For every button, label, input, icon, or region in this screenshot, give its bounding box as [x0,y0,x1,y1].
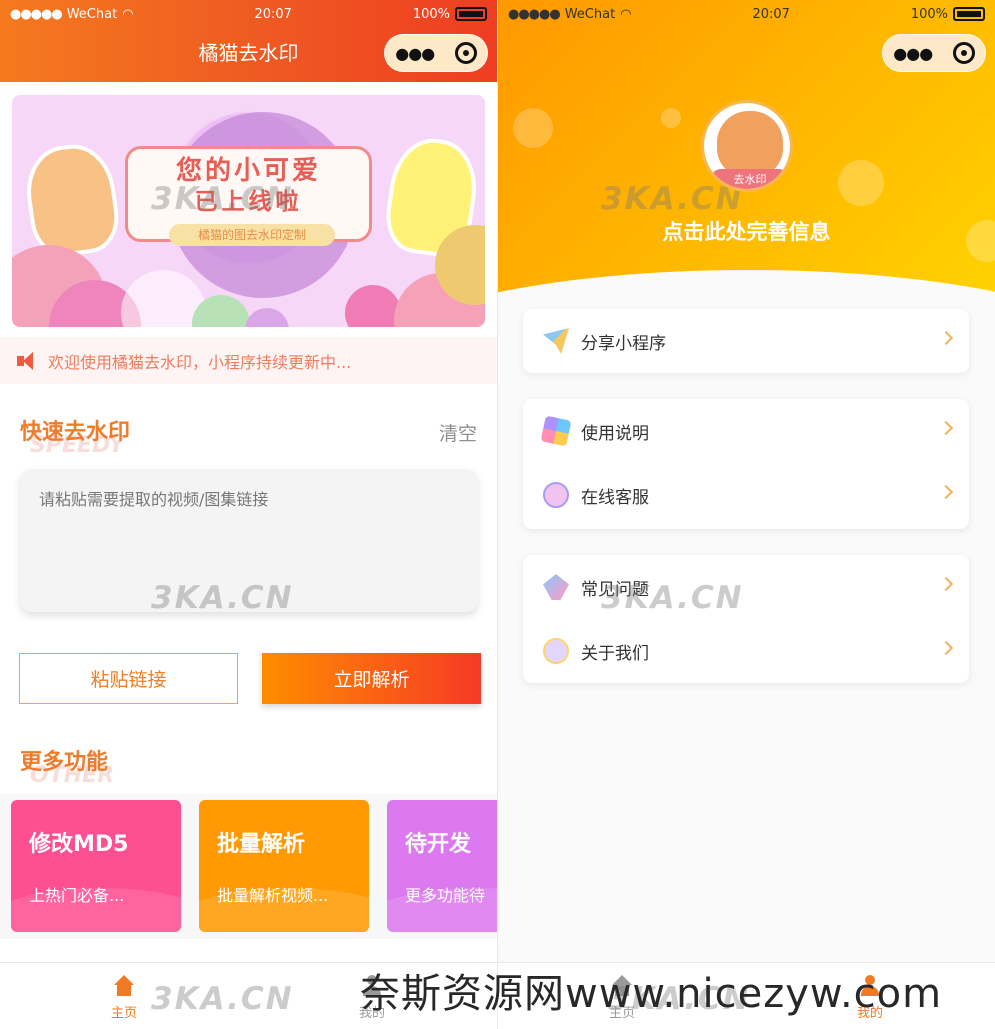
feature-card-md5[interactable]: 修改MD5 上热门必备... [11,800,181,932]
close-target-icon[interactable] [454,42,477,64]
more-icon[interactable]: ●●● [395,44,435,63]
menu-item-about[interactable]: 关于我们 [523,619,969,683]
dog-illustration [20,139,124,261]
decorative-bubble [345,285,401,327]
more-icon[interactable]: ●●● [893,44,933,63]
speaker-icon [16,351,38,370]
battery-label: 100% [910,6,948,22]
paste-link-button[interactable]: 粘贴链接 [19,653,238,704]
pinwheel-icon [540,415,572,447]
more-section-title: 更多功能 [20,750,109,775]
signal-icon: ●●●●● [508,6,561,22]
status-right: 100% [911,7,985,22]
menu-label: 关于我们 [581,643,649,664]
feature-title: 批量解析 [217,832,306,857]
feature-title: 待开发 [405,832,472,857]
site-watermark: 3KA.CN [151,580,294,616]
wifi-icon: ◠ [620,6,632,22]
feature-subtitle: 批量解析视频... [217,886,329,905]
home-icon [112,975,136,997]
status-bar: ●●●●● WeChat ◠ 20:07 100% [498,0,995,28]
signal-icon: ●●●●● [10,6,63,22]
menu-item-guide[interactable]: 使用说明 [523,399,969,463]
chevron-right-icon [938,576,954,592]
battery-icon [455,7,487,21]
site-watermark: 3KA.CN [151,181,294,217]
battery-label: 100% [412,6,450,22]
menu-label: 分享小程序 [581,333,666,354]
avatar[interactable]: 去水印 [701,100,793,192]
left-phone-screen: ●●●●● WeChat ◠ 20:07 100% 橘猫去水印 ●●● 您的小可… [0,0,497,1029]
site-watermark: 3KA.CN [151,981,294,1017]
feature-subtitle: 更多功能待 [405,886,486,905]
menu-item-share[interactable]: 分享小程序 [523,309,969,373]
info-menu-group: 常见问题 关于我们 [523,555,969,683]
status-left: ●●●●● WeChat ◠ [10,7,134,22]
avatar-label: 去水印 [711,169,789,189]
feature-subtitle: 上热门必备... [29,886,125,905]
feature-card-coming-soon[interactable]: 待开发 更多功能待 [387,800,497,932]
battery-icon [953,7,985,21]
customer-service-icon [543,482,569,508]
mini-program-capsule[interactable]: ●●● [882,34,986,72]
chevron-right-icon [938,330,954,346]
right-phone-screen: ●●●●● WeChat ◠ 20:07 100% ●●● 去水印 点击此处完善… [498,0,995,1029]
menu-item-faq[interactable]: 常见问题 [523,555,969,619]
mini-program-capsule[interactable]: ●●● [384,34,488,72]
decorative-bubble [245,308,289,327]
question-kite-icon [543,574,569,600]
feature-carousel[interactable]: 修改MD5 上热门必备... 批量解析 批量解析视频... 待开发 更多功能待 [0,794,497,939]
help-menu-group: 使用说明 在线客服 [523,399,969,529]
close-target-icon[interactable] [952,42,975,64]
parse-button[interactable]: 立即解析 [262,653,481,704]
notice-text: 欢迎使用橘猫去水印，小程序持续更新中... [48,352,352,372]
menu-label: 使用说明 [581,423,649,444]
menu-item-support[interactable]: 在线客服 [523,463,969,527]
molecule-decoration [661,108,681,128]
notice-bar: 欢迎使用橘猫去水印，小程序持续更新中... [0,337,497,384]
banner-line-3: 橘猫的图去水印定制 [169,224,335,246]
chevron-right-icon [938,420,954,436]
chevron-right-icon [938,484,954,500]
molecule-decoration [513,108,553,148]
carrier-label: WeChat [66,6,118,22]
quick-section-title: 快速去水印 [20,420,131,445]
wifi-icon: ◠ [122,6,134,22]
complete-info-link[interactable]: 点击此处完善信息 [498,216,995,246]
resource-watermark: 奈斯资源网www.nicezyw.com [360,971,943,1017]
clear-link[interactable]: 清空 [439,419,477,446]
status-left: ●●●●● WeChat ◠ [508,7,632,22]
status-bar: ●●●●● WeChat ◠ 20:07 100% [0,0,497,28]
paper-plane-icon [543,328,569,354]
status-right: 100% [413,7,487,22]
tab-home-label: 主页 [110,1006,137,1021]
status-time: 20:07 [254,6,292,22]
feature-title: 修改MD5 [29,832,129,857]
chevron-right-icon [938,640,954,656]
molecule-decoration [838,160,884,206]
status-time: 20:07 [752,6,790,22]
feature-card-batch-parse[interactable]: 批量解析 批量解析视频... [199,800,369,932]
share-menu-group: 分享小程序 [523,309,969,373]
site-watermark: 3KA.CN [601,580,744,616]
about-icon [543,638,569,664]
cat-avatar-image [717,111,783,177]
menu-label: 在线客服 [581,487,649,508]
tab-home[interactable]: 主页 [98,975,150,1025]
carrier-label: WeChat [564,6,616,22]
